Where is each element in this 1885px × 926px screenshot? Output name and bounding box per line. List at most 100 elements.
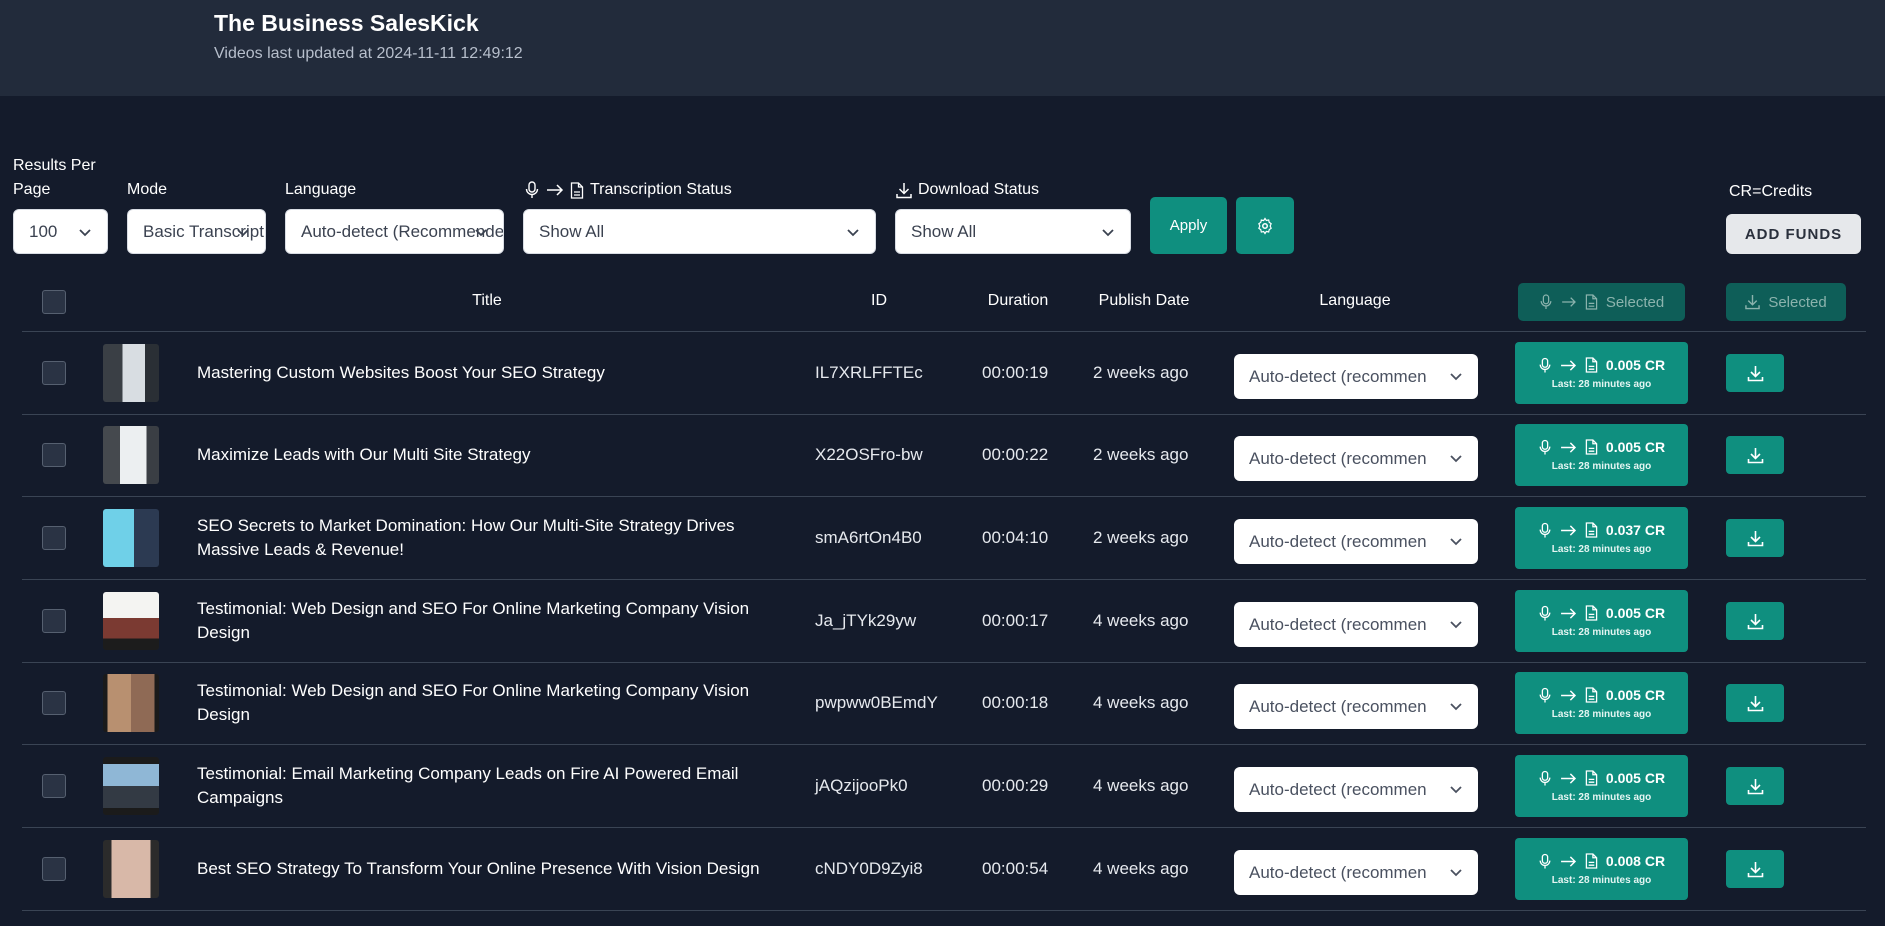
video-thumbnail[interactable] — [103, 344, 159, 402]
video-thumbnail[interactable] — [103, 426, 159, 484]
transcribe-button[interactable]: 0.005 CR Last: 28 minutes ago — [1515, 590, 1688, 652]
last-transcribed-text: Last: 28 minutes ago — [1551, 460, 1652, 472]
row-language-select[interactable]: Auto-detect (recommended) — [1234, 436, 1478, 481]
download-status-select[interactable]: Show All — [895, 209, 1131, 254]
video-title[interactable]: Maximize Leads with Our Multi Site Strat… — [197, 443, 777, 467]
download-status-value: Show All — [911, 221, 977, 241]
video-duration: 00:00:22 — [982, 445, 1049, 464]
video-title[interactable]: SEO Secrets to Market Domination: How Ou… — [197, 514, 777, 562]
video-duration: 00:04:10 — [982, 528, 1049, 547]
row-language-select[interactable]: Auto-detect (recommended) — [1234, 519, 1478, 564]
video-publish-date: 4 weeks ago — [1093, 611, 1189, 630]
download-button[interactable] — [1726, 354, 1784, 392]
transcription-cost: 0.005 CR — [1605, 605, 1666, 621]
row-checkbox[interactable] — [42, 691, 66, 715]
video-title[interactable]: Testimonial: Web Design and SEO For Onli… — [197, 597, 777, 645]
row-checkbox[interactable] — [42, 443, 66, 467]
table-row: SEO Secrets to Market Domination: How Ou… — [0, 497, 1885, 580]
chevron-down-icon — [79, 229, 91, 237]
transcribe-button[interactable]: 0.005 CR Last: 28 minutes ago — [1515, 342, 1688, 404]
row-checkbox[interactable] — [42, 857, 66, 881]
apply-button[interactable]: Apply — [1150, 197, 1227, 254]
video-publish-date: 4 weeks ago — [1093, 776, 1189, 795]
video-title[interactable]: Best SEO Strategy To Transform Your Onli… — [197, 857, 777, 881]
row-checkbox[interactable] — [42, 526, 66, 550]
download-button[interactable] — [1726, 767, 1784, 805]
video-thumbnail[interactable] — [103, 674, 159, 732]
chevron-down-icon — [1450, 869, 1462, 877]
video-thumbnail[interactable] — [103, 840, 159, 898]
settings-button[interactable] — [1236, 197, 1294, 254]
row-language-select[interactable]: Auto-detect (recommended) — [1234, 354, 1478, 399]
last-transcribed-text: Last: 28 minutes ago — [1551, 543, 1652, 555]
microphone-icon — [1539, 687, 1551, 702]
download-selected-label: Selected — [1768, 293, 1827, 311]
row-checkbox[interactable] — [42, 609, 66, 633]
microphone-icon — [1539, 853, 1551, 868]
table-row: Best SEO Strategy To Transform Your Onli… — [0, 828, 1885, 911]
video-publish-date: 2 weeks ago — [1093, 445, 1189, 464]
transcribe-button[interactable]: 0.008 CR Last: 28 minutes ago — [1515, 838, 1688, 900]
column-header-title: Title — [472, 292, 502, 309]
download-button[interactable] — [1726, 519, 1784, 557]
microphone-icon — [1540, 294, 1552, 309]
video-id: jAQzijooPk0 — [815, 776, 908, 795]
document-icon — [1585, 770, 1598, 786]
transcription-cost: 0.008 CR — [1605, 853, 1666, 869]
transcribe-button-top: 0.008 CR — [1538, 853, 1665, 870]
video-title[interactable]: Testimonial: Email Marketing Company Lea… — [197, 762, 777, 810]
transcription-status-value: Show All — [539, 221, 605, 241]
document-icon — [1585, 294, 1598, 310]
chevron-down-icon — [1450, 703, 1462, 711]
video-thumbnail[interactable] — [103, 592, 159, 650]
download-icon — [1747, 447, 1763, 463]
row-language-select[interactable]: Auto-detect (recommended) — [1234, 684, 1478, 729]
document-icon — [1585, 687, 1598, 703]
select-all-checkbox[interactable] — [42, 290, 66, 314]
download-button[interactable] — [1726, 684, 1784, 722]
download-button[interactable] — [1726, 602, 1784, 640]
transcribe-button[interactable]: 0.005 CR Last: 28 minutes ago — [1515, 424, 1688, 486]
language-filter-select[interactable]: Auto-detect (Recommended) — [285, 209, 504, 254]
transcribe-selected-button[interactable]: Selected — [1518, 283, 1685, 321]
download-selected-button[interactable]: Selected — [1726, 283, 1846, 321]
arrow-right-icon — [1560, 855, 1576, 867]
video-publish-date: 4 weeks ago — [1093, 859, 1189, 878]
last-transcribed-text: Last: 28 minutes ago — [1551, 708, 1652, 720]
results-per-page-select[interactable]: 100 — [13, 209, 108, 254]
chevron-down-icon — [1450, 538, 1462, 546]
mode-select[interactable]: Basic Transcription — [127, 209, 266, 254]
arrow-right-icon — [1560, 772, 1576, 784]
download-button[interactable] — [1726, 850, 1784, 888]
transcription-status-label: Transcription Status — [524, 178, 732, 202]
column-header-id: ID — [871, 292, 887, 309]
row-language-value: Auto-detect (recommended) — [1249, 531, 1427, 551]
transcribe-button[interactable]: 0.005 CR Last: 28 minutes ago — [1515, 672, 1688, 734]
video-thumbnail[interactable] — [103, 757, 159, 815]
transcribe-selected-label: Selected — [1605, 293, 1665, 311]
transcribe-button[interactable]: 0.005 CR Last: 28 minutes ago — [1515, 755, 1688, 817]
video-thumbnail[interactable] — [103, 509, 159, 567]
video-publish-date: 4 weeks ago — [1093, 693, 1189, 712]
transcription-status-select[interactable]: Show All — [523, 209, 876, 254]
video-duration: 00:00:54 — [982, 859, 1049, 878]
arrow-right-icon — [1561, 297, 1576, 307]
transcribe-button[interactable]: 0.037 CR Last: 28 minutes ago — [1515, 507, 1688, 569]
row-checkbox[interactable] — [42, 361, 66, 385]
row-language-value: Auto-detect (recommended) — [1249, 696, 1427, 716]
row-checkbox[interactable] — [42, 774, 66, 798]
video-title[interactable]: Testimonial: Web Design and SEO For Onli… — [197, 679, 777, 727]
add-funds-button[interactable]: ADD FUNDS — [1726, 214, 1861, 254]
results-per-page-value: 100 — [29, 221, 58, 241]
credits-note: CR=Credits — [1729, 183, 1813, 200]
transcription-cost: 0.037 CR — [1605, 522, 1666, 538]
chevron-down-icon — [1102, 229, 1114, 237]
row-language-select[interactable]: Auto-detect (recommended) — [1234, 602, 1478, 647]
row-language-select[interactable]: Auto-detect (recommended) — [1234, 850, 1478, 895]
chevron-down-icon — [237, 229, 249, 237]
video-title[interactable]: Mastering Custom Websites Boost Your SEO… — [197, 361, 777, 385]
download-button[interactable] — [1726, 436, 1784, 474]
row-language-select[interactable]: Auto-detect (recommended) — [1234, 767, 1478, 812]
last-transcribed-text: Last: 28 minutes ago — [1551, 378, 1652, 390]
table-row: Mastering Custom Websites Boost Your SEO… — [0, 332, 1885, 415]
